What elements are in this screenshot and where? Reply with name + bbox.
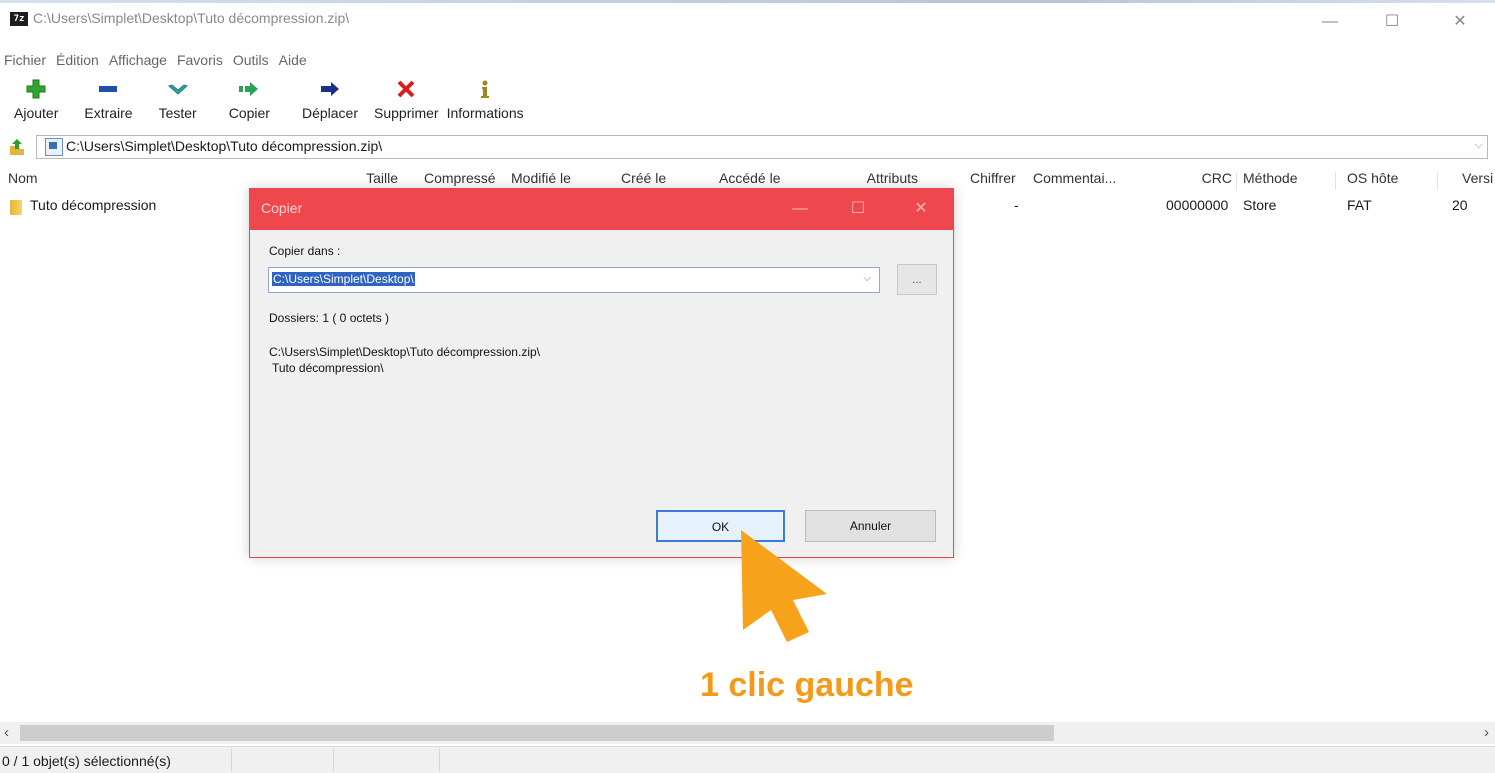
scroll-right-icon[interactable]: › [1484, 724, 1489, 741]
annotation-text: 1 clic gauche [700, 666, 914, 704]
menu-bar: Fichier Édition Affichage Favoris Outils… [0, 48, 310, 72]
menu-affichage[interactable]: Affichage [102, 48, 170, 72]
destination-combobox[interactable]: C:\Users\Simplet\Desktop\ ⌵ [268, 267, 880, 293]
copy-label: Copier [228, 105, 270, 121]
row-crc: 00000000 [1166, 197, 1229, 213]
add-label: Ajouter [14, 105, 59, 121]
column-method[interactable]: Méthode [1243, 170, 1297, 186]
status-bar: 0 / 1 objet(s) sélectionné(s) [0, 746, 1495, 773]
chevron-down-icon[interactable]: ⌵ [1475, 139, 1483, 152]
move-label: Déplacer [301, 105, 358, 121]
scroll-left-icon[interactable]: ‹ [4, 724, 9, 741]
column-attributes[interactable]: Attributs [840, 170, 918, 186]
dialog-close-button[interactable]: ✕ [906, 196, 936, 222]
copy-arrow-icon [237, 76, 261, 102]
column-version[interactable]: Versi [1462, 170, 1493, 186]
close-button[interactable]: ✕ [1440, 10, 1480, 34]
column-accessed[interactable]: Accédé le [719, 170, 780, 186]
column-size[interactable]: Taille [340, 170, 398, 186]
column-encrypted[interactable]: Chiffrer [970, 170, 1016, 186]
title-accent-line [0, 0, 1495, 3]
minus-icon [96, 76, 120, 102]
column-name[interactable]: Nom [8, 170, 38, 186]
browse-button[interactable]: ... [897, 264, 937, 295]
scrollbar-thumb[interactable] [20, 725, 1054, 741]
column-created[interactable]: Créé le [621, 170, 666, 186]
column-comment[interactable]: Commentai... [1033, 170, 1116, 186]
source-item: Tuto décompression\ [272, 361, 384, 375]
column-divider [1437, 172, 1438, 190]
dialog-title: Copier [261, 200, 303, 216]
horizontal-scrollbar[interactable]: ‹ › [0, 722, 1495, 744]
menu-edition[interactable]: Édition [49, 48, 102, 72]
delete-label: Supprimer [374, 105, 439, 121]
row-host-os: FAT [1347, 197, 1372, 213]
selection-status: 0 / 1 objet(s) sélectionné(s) [2, 753, 171, 769]
menu-outils[interactable]: Outils [226, 48, 272, 72]
info-label: Informations [446, 105, 524, 121]
info-button[interactable]: Informations [443, 76, 528, 132]
column-packed[interactable]: Compressé [424, 170, 496, 186]
row-encrypted: - [1014, 197, 1019, 213]
info-icon [473, 76, 497, 102]
status-divider [333, 749, 334, 771]
menu-aide[interactable]: Aide [272, 48, 310, 72]
menu-favoris[interactable]: Favoris [170, 48, 226, 72]
extract-label: Extraire [84, 105, 133, 121]
menu-fichier[interactable]: Fichier [0, 48, 49, 72]
add-button[interactable]: Ajouter [0, 76, 70, 132]
delete-x-icon [394, 76, 418, 102]
delete-button[interactable]: Supprimer [370, 76, 443, 132]
summary-text: Dossiers: 1 ( 0 octets ) [269, 311, 390, 325]
minimize-button[interactable]: — [1310, 10, 1350, 34]
source-path: C:\Users\Simplet\Desktop\Tuto décompress… [269, 345, 540, 359]
copy-dialog: Copier — ☐ ✕ Copier dans : C:\Users\Simp… [249, 188, 954, 558]
dialog-minimize-button[interactable]: — [785, 196, 815, 222]
status-divider [231, 749, 232, 771]
plus-icon [24, 76, 48, 102]
cursor-arrow-icon [735, 528, 835, 648]
7zip-app-icon: 7z [10, 12, 28, 26]
path-text: C:\Users\Simplet\Desktop\Tuto décompress… [66, 138, 383, 154]
address-bar: C:\Users\Simplet\Desktop\Tuto décompress… [0, 134, 1495, 160]
test-label: Tester [158, 105, 197, 121]
folder-up-icon[interactable] [8, 138, 26, 156]
window-title: C:\Users\Simplet\Desktop\Tuto décompress… [33, 10, 350, 26]
dialog-title-bar: Copier — ☐ ✕ [250, 189, 953, 230]
row-version: 20 [1452, 197, 1468, 213]
path-input[interactable]: C:\Users\Simplet\Desktop\Tuto décompress… [36, 135, 1488, 159]
zip-archive-icon [45, 138, 63, 156]
title-bar: 7z C:\Users\Simplet\Desktop\Tuto décompr… [0, 0, 1495, 44]
row-name: Tuto décompression [30, 197, 157, 213]
extract-button[interactable]: Extraire [70, 76, 146, 132]
check-icon [166, 76, 190, 102]
column-host-os[interactable]: OS hôte [1347, 170, 1398, 186]
maximize-button[interactable]: ☐ [1372, 10, 1412, 34]
copy-to-label: Copier dans : [269, 244, 341, 258]
status-divider [439, 749, 440, 771]
dialog-maximize-button[interactable]: ☐ [843, 196, 873, 222]
column-crc[interactable]: CRC [1180, 170, 1232, 186]
column-divider [1335, 172, 1336, 190]
test-button[interactable]: Tester [147, 76, 209, 132]
destination-value: C:\Users\Simplet\Desktop\ [272, 272, 415, 286]
toolbar: Ajouter Extraire Tester Copier Déplacer … [0, 76, 528, 132]
move-button[interactable]: Déplacer [290, 76, 370, 132]
column-modified[interactable]: Modifié le [511, 170, 571, 186]
move-arrow-icon [318, 76, 342, 102]
folder-icon [10, 200, 22, 215]
row-method: Store [1243, 197, 1277, 213]
copy-button[interactable]: Copier [209, 76, 290, 132]
column-divider [1236, 172, 1237, 190]
chevron-down-icon[interactable]: ⌵ [863, 273, 871, 284]
